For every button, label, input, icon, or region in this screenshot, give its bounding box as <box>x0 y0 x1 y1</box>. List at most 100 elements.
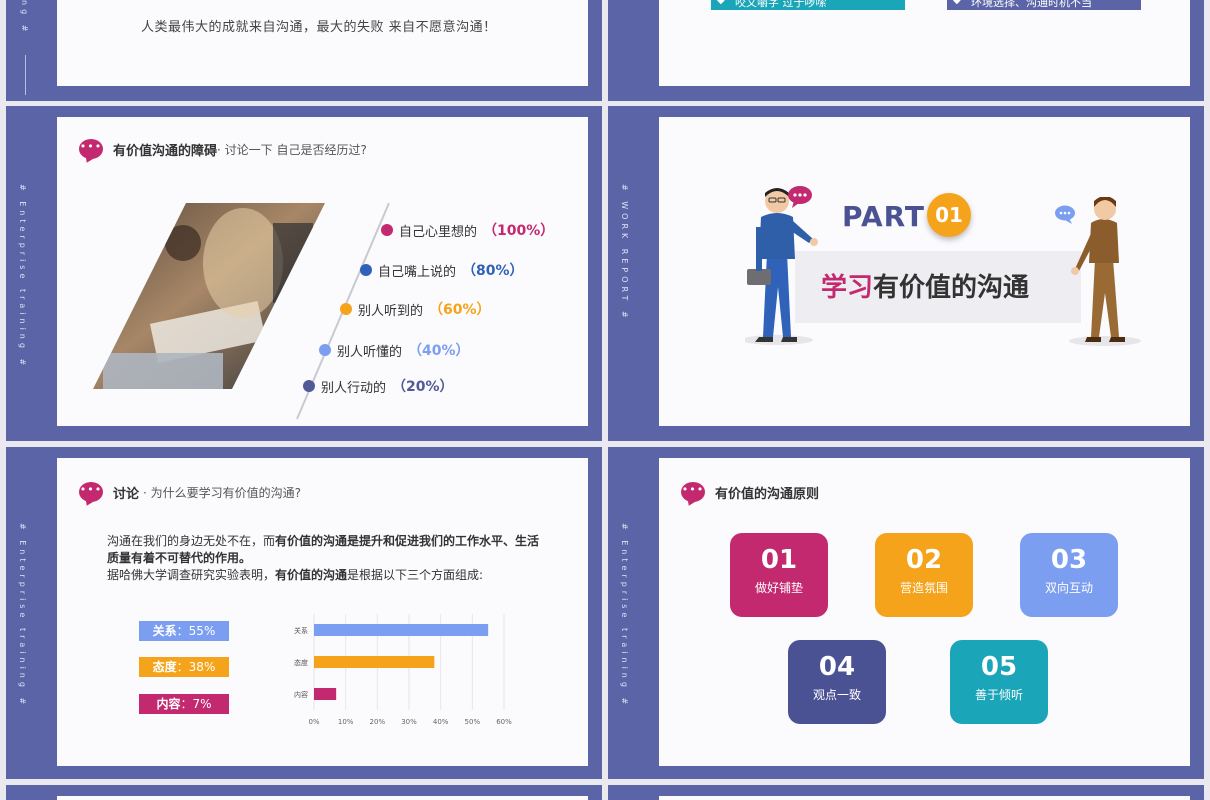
principle-label: 双向互动 <box>1044 581 1093 595</box>
level-label: 别人听懂的 <box>337 344 403 360</box>
x-tick-label: 30% <box>401 718 417 726</box>
x-tick-label: 60% <box>496 718 512 726</box>
stat-value: 7% <box>192 697 212 711</box>
businessman-left-illustration <box>745 188 818 345</box>
composition-bar-chart: 0% 10% 20% 30% 40% 50% 60% 关系态度内容 <box>294 614 512 726</box>
stat-name: 关系 <box>152 624 177 638</box>
slide-title: ••• 有价值的沟通原则 <box>681 482 819 502</box>
stat-name: 内容 <box>156 697 181 711</box>
chat-bubble-icon: ••• <box>79 139 103 159</box>
para1-text: 沟通在我们的身边无处不在，而 <box>107 534 276 548</box>
principle-03: 03 双向互动 <box>1020 533 1118 617</box>
category-label: 态度 <box>294 658 308 667</box>
x-tick-label: 20% <box>370 718 386 726</box>
slide-card: ◆ 咬文嚼字 过于啰嗦 ◆ 环境选择、沟通时机不当 <box>659 0 1190 86</box>
level-row-3: 别人听到的 （60%） <box>340 299 491 319</box>
level-row-5: 别人行动的 （20%） <box>303 376 454 396</box>
stat-value: 55% <box>188 624 216 638</box>
chat-bubble-icon <box>788 186 812 208</box>
principle-label: 善于倾听 <box>974 688 1023 702</box>
stat-content: 内容：7% <box>139 694 229 714</box>
side-text: # Enterprise training # <box>18 184 27 370</box>
slide-card <box>57 796 588 800</box>
title-bold: 讨论 <box>113 486 140 502</box>
stat-value: 38% <box>188 660 216 674</box>
title-rest: · 讨论一下 自己是否经历过? <box>217 142 367 157</box>
level-pct: （100%） <box>483 223 555 239</box>
level-pct: （40%） <box>408 343 470 359</box>
chat-bubble-icon: ••• <box>681 482 705 502</box>
side-text: # Enterprise training # <box>620 523 629 709</box>
level-label: 别人行动的 <box>321 380 387 396</box>
title-rest: · 为什么要学习有价值的沟通? <box>143 485 302 500</box>
side-text: # Enterprise training # <box>18 523 27 709</box>
side-divider <box>25 55 26 95</box>
level-row-4: 别人听懂的 （40%） <box>319 340 470 360</box>
level-pct: （80%） <box>462 263 524 279</box>
slide-card: ••• 讨论 · 为什么要学习有价值的沟通? 沟通在我们的身边无处不在，而有价值… <box>57 458 588 766</box>
slide-quote[interactable]: ng # 人类最伟大的成就来自沟通，最大的失败 来自不愿意沟通！ <box>6 0 602 101</box>
para2-tail: 是根据以下三个方面组成: <box>347 568 484 582</box>
section-heading: 学习有价值的沟通 <box>821 267 1029 304</box>
chat-bubble-icon: ••• <box>79 482 103 502</box>
stat-attitude: 态度：38% <box>139 657 229 677</box>
tag-1-label: 咬文嚼字 过于啰嗦 <box>735 0 827 9</box>
category-label: 内容 <box>294 690 308 699</box>
level-row-2: 自己嘴上说的 （80%） <box>360 260 524 280</box>
slide-obstacles[interactable]: # Enterprise training # ••• 有价值沟通的障碍 · 讨… <box>6 106 602 441</box>
level-label: 别人听到的 <box>358 303 424 319</box>
level-dot <box>319 344 331 356</box>
level-label: 自己嘴上说的 <box>378 264 457 280</box>
principle-num: 03 <box>1050 545 1088 575</box>
principle-04: 04 观点一致 <box>788 640 886 724</box>
principle-02: 02 营造氛围 <box>875 533 973 617</box>
title-bold: 有价值的沟通原则 <box>715 486 820 502</box>
body-paragraph: 沟通在我们的身边无处不在，而有价值的沟通是提升和促进我们的工作水平、生活质量有着… <box>107 533 547 584</box>
slide-card: ••• 有价值沟通的障碍 · 讨论一下 自己是否经历过? 自己心里想的 （100… <box>57 117 588 426</box>
level-pct: （20%） <box>392 379 454 395</box>
slide-title: ••• 有价值沟通的障碍 · 讨论一下 自己是否经历过? <box>79 139 367 159</box>
principle-05: 05 善于倾听 <box>950 640 1048 724</box>
tag-2: ◆ 环境选择、沟通时机不当 <box>947 0 1141 10</box>
principle-label: 营造氛围 <box>899 581 948 595</box>
slide-card: 人类最伟大的成就来自沟通，最大的失败 来自不愿意沟通！ <box>57 0 588 86</box>
x-tick-label: 40% <box>433 718 449 726</box>
slide-grid: ng # 人类最伟大的成就来自沟通，最大的失败 来自不愿意沟通！ ◆ 咬文嚼字 … <box>0 0 1210 800</box>
category-label: 关系 <box>294 626 308 635</box>
bar <box>314 624 489 636</box>
slide-principles[interactable]: # Enterprise training # ••• 有价值的沟通原则 01 … <box>608 447 1204 779</box>
part-number-badge: 01 <box>927 193 971 237</box>
bar <box>314 688 337 700</box>
side-text: # WORK REPORT # <box>620 184 629 322</box>
bar <box>314 656 435 668</box>
level-dot <box>381 224 393 236</box>
principle-label: 观点一致 <box>812 688 861 702</box>
slide-obstacle-tags[interactable]: ◆ 咬文嚼字 过于啰嗦 ◆ 环境选择、沟通时机不当 <box>608 0 1204 101</box>
level-dot <box>303 380 315 392</box>
x-tick-label: 50% <box>465 718 481 726</box>
slide-part-01[interactable]: # WORK REPORT # PART 01 学习有价值的沟通 <box>608 106 1204 441</box>
slide-next-left[interactable] <box>6 785 602 800</box>
chat-bubble-icon <box>1055 205 1075 224</box>
principle-01: 01 做好铺垫 <box>730 533 828 617</box>
para2-text: 据哈佛大学调查研究实验表明， <box>107 568 276 582</box>
slide-card: ••• 有价值的沟通原则 01 做好铺垫 02 营造氛围 03 双向互动 04 … <box>659 458 1190 766</box>
slide-card <box>659 796 1190 800</box>
heading-rest: 有价值的沟通 <box>873 273 1030 303</box>
x-tick-label: 10% <box>338 718 354 726</box>
slide-discuss[interactable]: # Enterprise training # ••• 讨论 · 为什么要学习有… <box>6 447 602 779</box>
slide-card: PART 01 学习有价值的沟通 <box>659 117 1190 426</box>
principle-num: 01 <box>760 545 798 575</box>
title-bold: 有价值沟通的障碍 <box>113 143 218 159</box>
level-dot <box>360 264 372 276</box>
quote-text: 人类最伟大的成就来自沟通，最大的失败 来自不愿意沟通！ <box>141 20 497 35</box>
principle-num: 04 <box>818 652 856 682</box>
side-text: ng # <box>20 0 29 36</box>
principle-label: 做好铺垫 <box>754 581 803 595</box>
tag-1: ◆ 咬文嚼字 过于啰嗦 <box>711 0 905 10</box>
slide-next-right[interactable] <box>608 785 1204 800</box>
level-label: 自己心里想的 <box>399 224 478 240</box>
stat-name: 态度 <box>152 660 177 674</box>
x-tick-label: 0% <box>308 718 319 726</box>
principle-num: 02 <box>905 545 943 575</box>
